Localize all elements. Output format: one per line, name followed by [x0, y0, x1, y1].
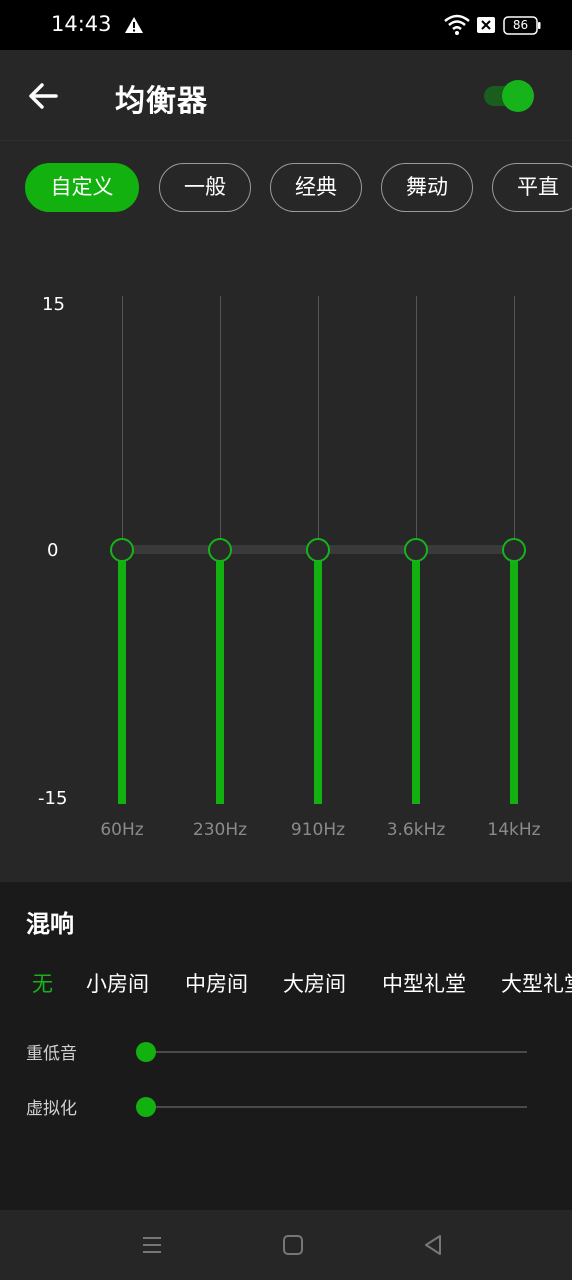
bass-boost-thumb[interactable] [136, 1042, 156, 1062]
page-title: 均衡器 [115, 84, 208, 119]
reverb-title: 混响 [26, 910, 74, 938]
eq-freq-label: 3.6kHz [386, 820, 446, 840]
preset-chip-classic[interactable]: 经典 [270, 163, 362, 212]
preset-chip-custom[interactable]: 自定义 [25, 163, 139, 212]
app-header: 均衡器 [0, 50, 572, 140]
status-bar: 14:43 86 [0, 0, 572, 50]
equalizer-graph: 15 0 -15 60Hz 230Hz 910Hz 3.6kHz 14kHz [0, 250, 572, 882]
equalizer-toggle[interactable] [482, 80, 538, 112]
eq-track-230hz [220, 296, 221, 550]
virtualizer-track[interactable] [146, 1106, 527, 1108]
equalizer-screen: 14:43 86 均衡器 自定义 一般 经典 舞动 平直 15 0 -15 60… [0, 0, 572, 1280]
navigation-bar [0, 1210, 572, 1280]
preset-chips: 自定义 一般 经典 舞动 平直 [0, 163, 572, 213]
reverb-option-none[interactable]: 无 [32, 968, 53, 998]
reverb-panel: 混响 无 小房间 中房间 大房间 中型礼堂 大型礼堂 重低音 虚拟化 [0, 882, 572, 1210]
preset-chip-normal[interactable]: 一般 [159, 163, 251, 212]
header-divider [0, 140, 572, 141]
eq-track-60hz [122, 296, 123, 550]
wifi-icon [444, 14, 470, 35]
toggle-knob [502, 80, 534, 112]
warning-icon [125, 17, 143, 33]
eq-bar-3-6khz [412, 550, 420, 804]
eq-track-3-6khz [416, 296, 417, 550]
eq-freq-label: 230Hz [192, 820, 248, 840]
reverb-option-medium-room[interactable]: 中房间 [185, 968, 248, 998]
eq-bar-230hz [216, 550, 224, 804]
reverb-option-large-hall[interactable]: 大型礼堂 [501, 968, 572, 998]
eq-label-zero: 0 [47, 540, 59, 561]
eq-knob-910hz[interactable] [306, 538, 330, 562]
eq-knob-14khz[interactable] [502, 538, 526, 562]
bass-boost-track[interactable] [146, 1051, 527, 1053]
reverb-option-large-room[interactable]: 大房间 [283, 968, 346, 998]
eq-bar-910hz [314, 550, 322, 804]
eq-freq-label: 14kHz [487, 820, 541, 840]
preset-chip-flat[interactable]: 平直 [492, 163, 572, 212]
eq-freq-label: 60Hz [100, 820, 144, 840]
back-triangle-icon[interactable] [420, 1232, 446, 1258]
eq-knob-60hz[interactable] [110, 538, 134, 562]
home-icon[interactable] [280, 1232, 306, 1258]
bass-boost-row: 重低音 [0, 1037, 572, 1067]
eq-knob-3-6khz[interactable] [404, 538, 428, 562]
virtualizer-label: 虚拟化 [26, 1099, 77, 1119]
eq-label-max: 15 [42, 294, 65, 315]
eq-bar-14khz [510, 550, 518, 804]
preset-chip-dance[interactable]: 舞动 [381, 163, 473, 212]
sim-x-icon [477, 17, 495, 33]
battery-level: 86 [512, 18, 529, 32]
eq-label-min: -15 [38, 788, 68, 809]
eq-knob-230hz[interactable] [208, 538, 232, 562]
reverb-option-small-room[interactable]: 小房间 [86, 968, 149, 998]
virtualizer-row: 虚拟化 [0, 1092, 572, 1122]
reverb-options: 无 小房间 中房间 大房间 中型礼堂 大型礼堂 [0, 968, 572, 1002]
menu-icon[interactable] [139, 1232, 165, 1258]
eq-freq-label: 910Hz [290, 820, 346, 840]
eq-track-14khz [514, 296, 515, 550]
back-arrow-icon[interactable] [20, 74, 68, 118]
status-time: 14:43 [51, 12, 112, 36]
reverb-option-medium-hall[interactable]: 中型礼堂 [382, 968, 466, 998]
eq-bar-60hz [118, 550, 126, 804]
bass-boost-label: 重低音 [26, 1044, 77, 1064]
eq-track-910hz [318, 296, 319, 550]
virtualizer-thumb[interactable] [136, 1097, 156, 1117]
